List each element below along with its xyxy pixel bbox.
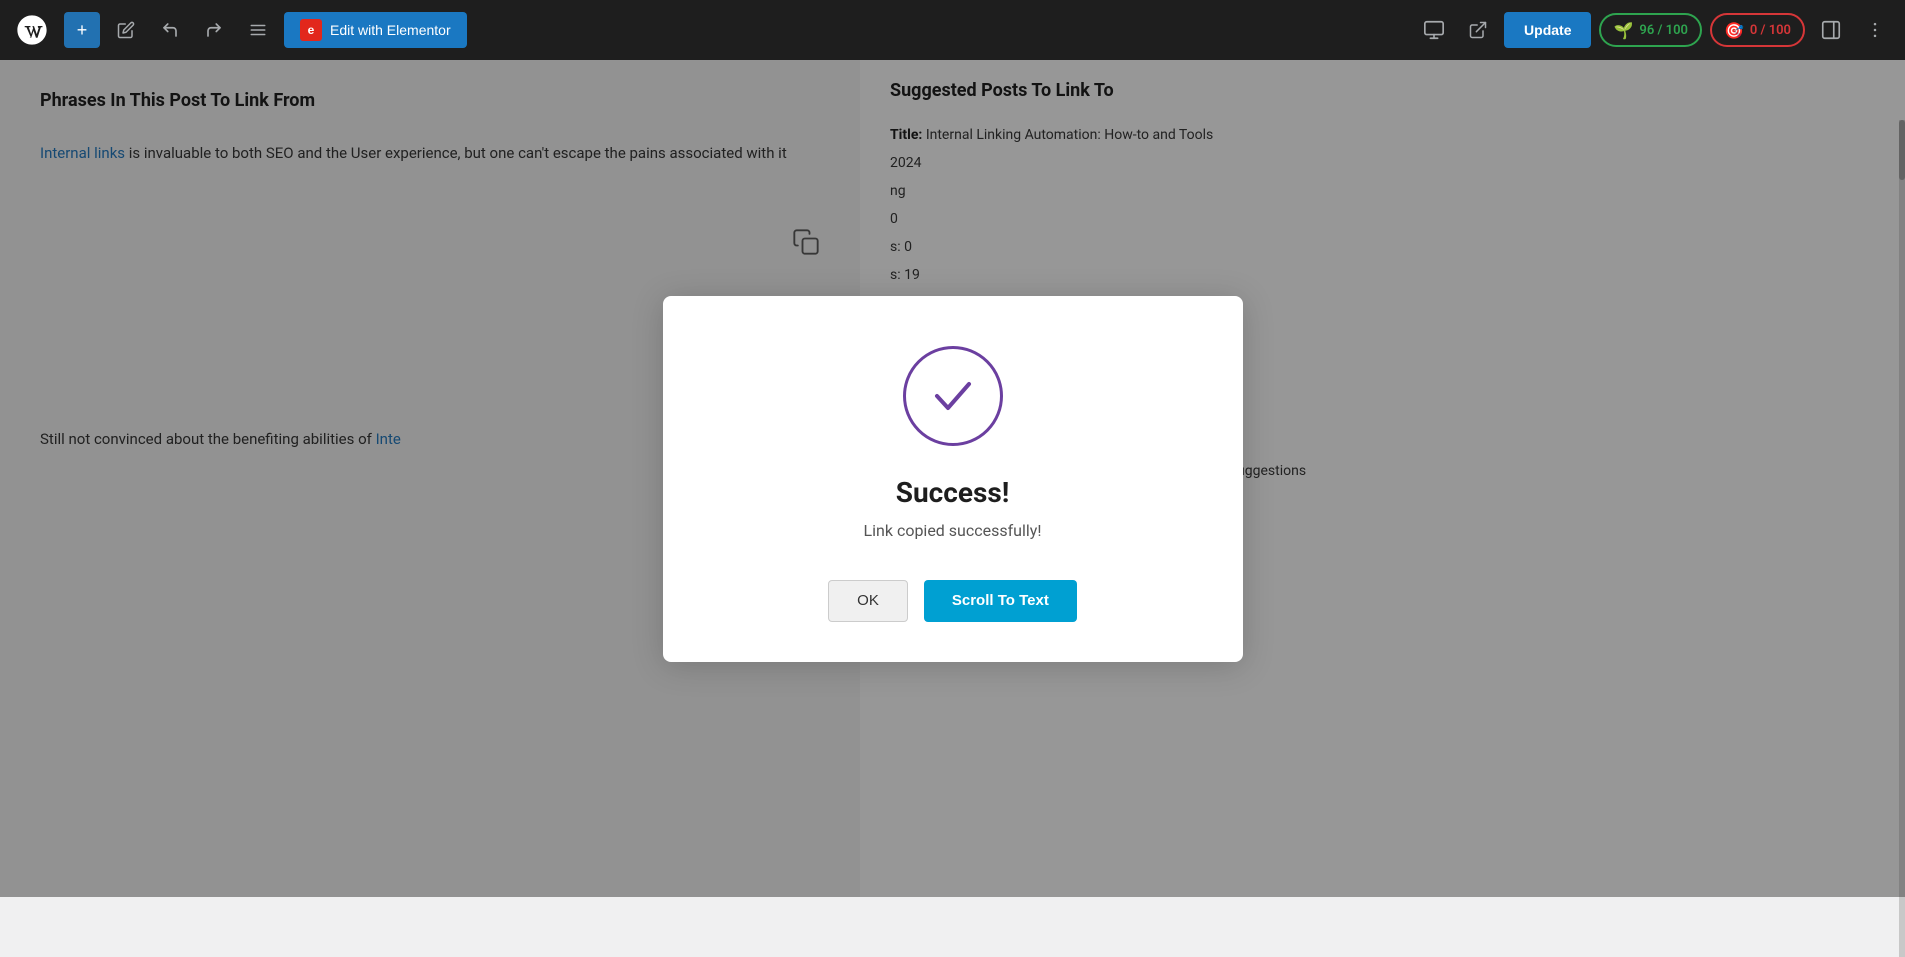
redo-button[interactable] — [196, 12, 232, 48]
desktop-view-button[interactable] — [1416, 12, 1452, 48]
edit-with-elementor-button[interactable]: e Edit with Elementor — [284, 12, 467, 48]
green-score-icon: 🌱 — [1613, 21, 1633, 40]
external-link-button[interactable] — [1460, 12, 1496, 48]
green-score-value: 96 / 100 — [1639, 23, 1688, 38]
modal-title: Success! — [896, 476, 1010, 509]
add-button[interactable]: + — [64, 12, 100, 48]
scroll-to-text-button[interactable]: Scroll To Text — [924, 580, 1077, 622]
toolbar-right: Update 🌱 96 / 100 🎯 0 / 100 — [1416, 12, 1893, 48]
success-modal: Success! Link copied successfully! OK Sc… — [663, 296, 1243, 662]
undo-button[interactable] — [152, 12, 188, 48]
ok-button[interactable]: OK — [828, 580, 908, 622]
elementor-label: Edit with Elementor — [330, 22, 451, 38]
more-options-button[interactable] — [1857, 12, 1893, 48]
elementor-logo: e — [300, 19, 322, 41]
red-score-icon: 🎯 — [1724, 21, 1744, 40]
wp-logo — [12, 10, 52, 50]
menu-button[interactable] — [240, 12, 276, 48]
update-button[interactable]: Update — [1504, 12, 1591, 48]
edit-button[interactable] — [108, 12, 144, 48]
modal-buttons: OK Scroll To Text — [828, 580, 1077, 622]
toolbar: + e Edit with Elementor — [0, 0, 1905, 60]
main-content: Phrases In This Post To Link From Intern… — [0, 60, 1905, 897]
sidebar-toggle-button[interactable] — [1813, 12, 1849, 48]
modal-overlay: Success! Link copied successfully! OK Sc… — [0, 60, 1905, 897]
success-check-circle — [903, 346, 1003, 446]
modal-subtitle: Link copied successfully! — [864, 521, 1042, 540]
red-score-value: 0 / 100 — [1750, 23, 1791, 38]
red-score-badge[interactable]: 🎯 0 / 100 — [1710, 13, 1805, 47]
green-score-badge[interactable]: 🌱 96 / 100 — [1599, 13, 1701, 47]
